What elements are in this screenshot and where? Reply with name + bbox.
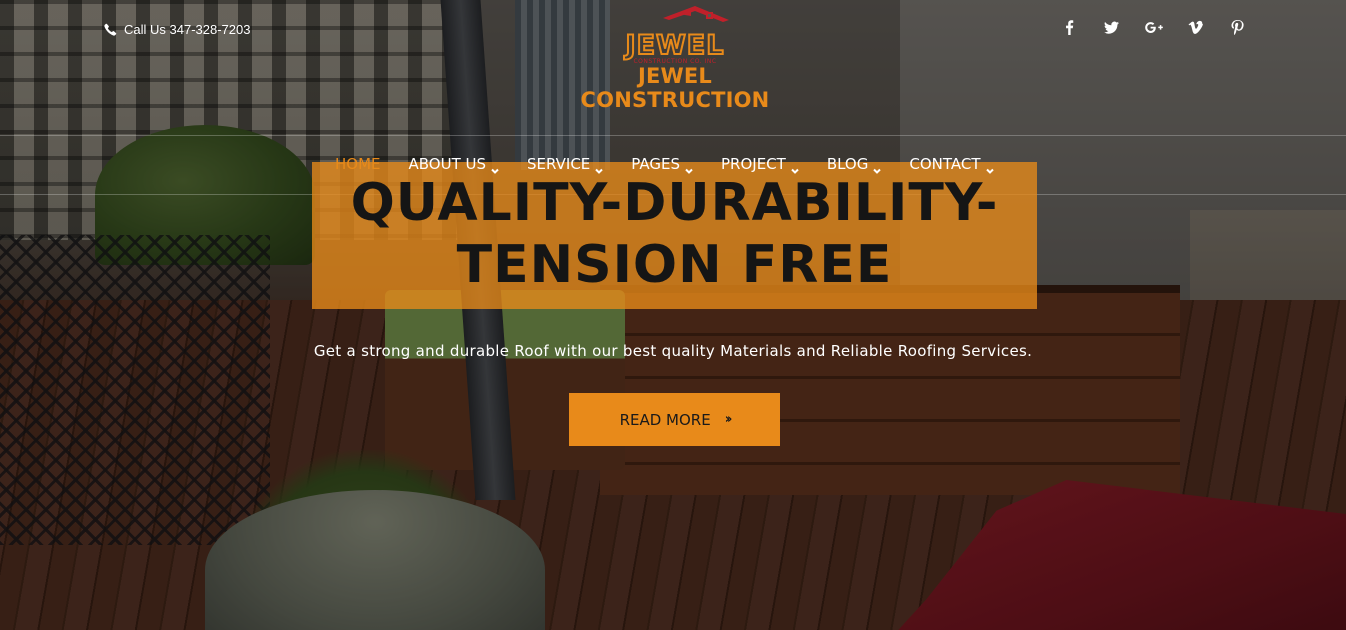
phone-icon	[104, 23, 117, 36]
nav-item-about-us[interactable]: ABOUT US	[408, 155, 500, 174]
chevron-down-icon	[685, 161, 693, 174]
nav-label: ABOUT US	[408, 155, 487, 173]
chevron-down-icon	[791, 161, 799, 174]
nav-label: SERVICE	[527, 155, 591, 173]
nav-divider-top	[0, 135, 1346, 136]
headline-line-1: QUALITY-DURABILITY-	[350, 173, 999, 233]
logo-wordmark: JEWEL	[624, 30, 725, 61]
google-plus-icon[interactable]	[1144, 20, 1163, 35]
twitter-icon[interactable]	[1102, 20, 1120, 35]
read-more-button[interactable]: READ MORE ››	[569, 393, 780, 446]
facebook-icon[interactable]	[1060, 20, 1078, 35]
social-links	[1060, 20, 1246, 35]
vimeo-icon[interactable]	[1186, 20, 1204, 35]
logo-mark: JEWEL CONSTRUCTION CO. INC	[605, 4, 745, 66]
nav-item-blog[interactable]: BLOG	[826, 155, 882, 174]
logo-name: JEWEL CONSTRUCTION	[580, 64, 770, 112]
chevron-down-icon	[595, 161, 603, 174]
headline-line-2: TENSION FREE	[456, 235, 893, 295]
nav-item-pages[interactable]: PAGES	[631, 155, 693, 174]
main-nav: HOME ABOUT US SERVICE PAGES PROJECT BLOG…	[335, 155, 1022, 174]
nav-label: CONTACT	[909, 155, 981, 173]
chevron-down-icon	[491, 161, 499, 174]
hero-headline: QUALITY-DURABILITY- TENSION FREE	[312, 172, 1037, 296]
pinterest-icon[interactable]	[1228, 20, 1246, 35]
nav-item-home[interactable]: HOME	[335, 155, 381, 173]
hero-subtitle: Get a strong and durable Roof with our b…	[313, 342, 1033, 360]
phone-contact[interactable]: Call Us 347-328-7203	[104, 22, 250, 37]
nav-item-project[interactable]: PROJECT	[721, 155, 799, 174]
nav-label: PROJECT	[721, 155, 786, 173]
nav-label: HOME	[335, 155, 381, 173]
chevron-down-icon	[985, 161, 994, 174]
nav-item-service[interactable]: SERVICE	[527, 155, 603, 174]
site-logo[interactable]: JEWEL CONSTRUCTION CO. INC JEWEL CONSTRU…	[540, 4, 810, 112]
double-chevron-right-icon: ››	[724, 412, 733, 427]
phone-text: Call Us 347-328-7203	[124, 22, 251, 37]
logo-tagline: CONSTRUCTION CO. INC	[633, 58, 716, 65]
read-more-label: READ MORE	[619, 410, 711, 429]
chevron-down-icon	[873, 161, 882, 174]
nav-label: BLOG	[826, 155, 869, 173]
house-logo-icon: JEWEL CONSTRUCTION CO. INC	[623, 6, 729, 65]
nav-label: PAGES	[631, 155, 680, 173]
nav-item-contact[interactable]: CONTACT	[909, 155, 994, 174]
